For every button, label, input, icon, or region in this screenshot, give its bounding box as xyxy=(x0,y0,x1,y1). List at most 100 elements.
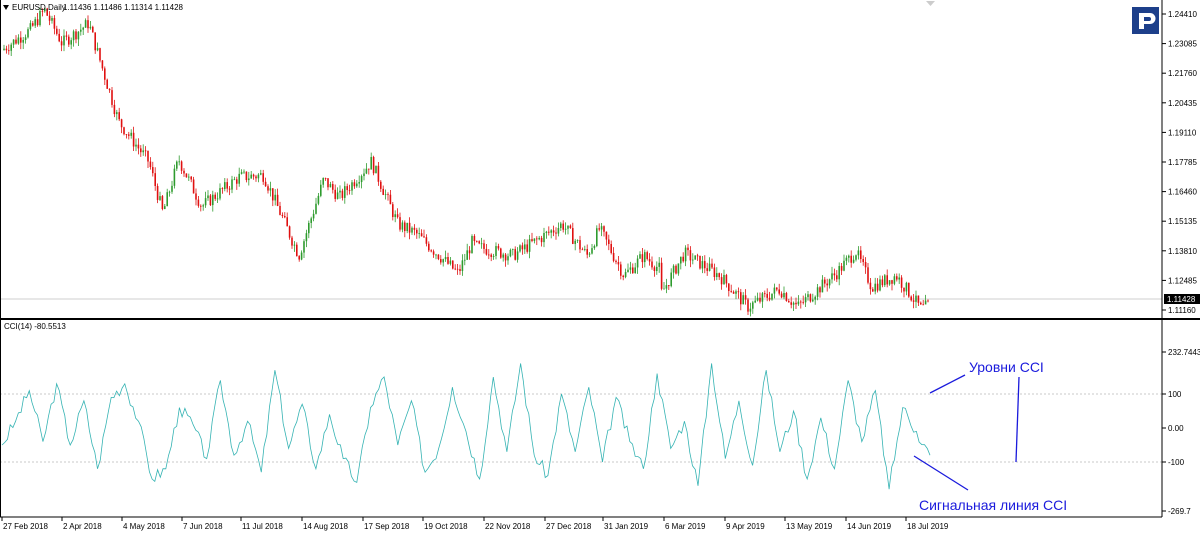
candle-body xyxy=(780,293,783,298)
candle-body xyxy=(92,26,94,33)
candle-body xyxy=(380,181,382,189)
candle-body xyxy=(238,173,240,184)
candle-body xyxy=(159,196,161,200)
candle-body xyxy=(128,134,130,136)
candle-body xyxy=(65,35,68,37)
candle-body xyxy=(87,20,89,29)
candle-body xyxy=(910,296,912,301)
candle-body xyxy=(615,260,617,263)
candle-body xyxy=(324,178,327,179)
time-tick-label: 13 May 2019 xyxy=(786,522,833,531)
time-tick-label: 6 Mar 2019 xyxy=(665,522,706,531)
candle-body xyxy=(70,40,72,45)
candle-body xyxy=(63,35,65,46)
candle-body xyxy=(56,28,58,34)
candle-body xyxy=(500,248,502,258)
candle-body xyxy=(713,267,716,278)
candle-body xyxy=(886,275,888,285)
candle-body xyxy=(173,168,176,186)
candle-body xyxy=(838,266,840,280)
annotation-levels: Уровни CCI xyxy=(969,359,1044,375)
price-tick-label: 1.11160 xyxy=(1168,306,1196,315)
candle-body xyxy=(720,277,723,285)
time-tick-label: 2 Apr 2018 xyxy=(63,522,102,531)
candle-body xyxy=(454,268,456,270)
current-price-value: 1.11428 xyxy=(1167,295,1196,304)
candle-body xyxy=(435,254,437,256)
time-tick-label: 17 Sep 2018 xyxy=(364,522,410,531)
candle-body xyxy=(891,280,893,284)
candle-body xyxy=(524,244,526,250)
candle-body xyxy=(591,248,593,254)
candle-body xyxy=(860,250,862,260)
candle-body xyxy=(291,237,293,246)
candle-body xyxy=(216,198,219,200)
candle-body xyxy=(675,265,677,274)
candle-body xyxy=(68,36,70,45)
candle-body xyxy=(180,161,183,171)
candle-body xyxy=(512,249,514,250)
candle-body xyxy=(221,188,224,190)
price-tick-label: 1.20435 xyxy=(1168,99,1197,108)
candle-body xyxy=(423,236,425,238)
candle-body xyxy=(812,299,814,302)
candle-body xyxy=(298,256,300,260)
candle-body xyxy=(588,253,591,255)
candle-body xyxy=(852,259,855,263)
candle-body xyxy=(125,134,128,135)
candle-body xyxy=(257,174,260,179)
candle-body xyxy=(572,228,574,244)
candle-body xyxy=(893,276,896,284)
candle-body xyxy=(471,236,473,254)
price-tick-label: 1.23085 xyxy=(1168,40,1197,49)
candle-body xyxy=(286,217,288,227)
candle-body xyxy=(593,245,596,249)
candle-body xyxy=(473,236,476,242)
candle-body xyxy=(908,282,910,297)
candle-body xyxy=(32,23,34,26)
candle-body xyxy=(576,240,579,241)
cci-tick-label: 100 xyxy=(1168,390,1182,399)
candle-body xyxy=(550,230,552,233)
candle-body xyxy=(845,257,848,261)
candle-body xyxy=(224,182,226,190)
candle-body xyxy=(236,179,238,184)
candle-body xyxy=(788,300,790,303)
candle-body xyxy=(459,269,461,271)
candle-body xyxy=(80,29,82,32)
candle-body xyxy=(113,104,116,115)
candle-body xyxy=(528,239,531,252)
time-tick-label: 4 May 2018 xyxy=(123,522,165,531)
candle-body xyxy=(22,39,24,43)
candle-body xyxy=(5,48,8,51)
candle-body xyxy=(389,194,392,205)
candle-body xyxy=(723,274,725,285)
candle-body xyxy=(756,297,759,301)
candle-body xyxy=(915,295,917,302)
candle-body xyxy=(809,294,812,302)
price-tick-label: 1.19110 xyxy=(1168,128,1197,137)
candle-body xyxy=(833,273,836,276)
candle-body xyxy=(72,31,75,41)
price-axis: 1.24410 1.23085 1.21760 1.20435 1.19110 1.177… xyxy=(1162,10,1197,315)
candle-body xyxy=(322,178,324,185)
candle-body xyxy=(735,291,737,294)
candle-body xyxy=(596,228,598,246)
time-tick-label: 19 Oct 2018 xyxy=(424,522,468,531)
candle-body xyxy=(668,285,670,287)
candle-body xyxy=(828,279,831,286)
candle-body xyxy=(358,182,360,184)
candle-body xyxy=(425,237,428,244)
candle-body xyxy=(624,272,627,278)
candle-body xyxy=(329,184,332,188)
candle-body xyxy=(188,176,190,178)
candle-body xyxy=(826,283,828,286)
price-tick-label: 1.21760 xyxy=(1168,69,1197,78)
time-tick-label: 11 Jul 2018 xyxy=(242,522,283,531)
candle-body xyxy=(99,48,101,61)
candle-body xyxy=(178,161,180,163)
candle-body xyxy=(488,254,490,256)
candle-body xyxy=(279,205,281,215)
candle-body xyxy=(492,255,495,257)
candle-body xyxy=(58,33,60,42)
